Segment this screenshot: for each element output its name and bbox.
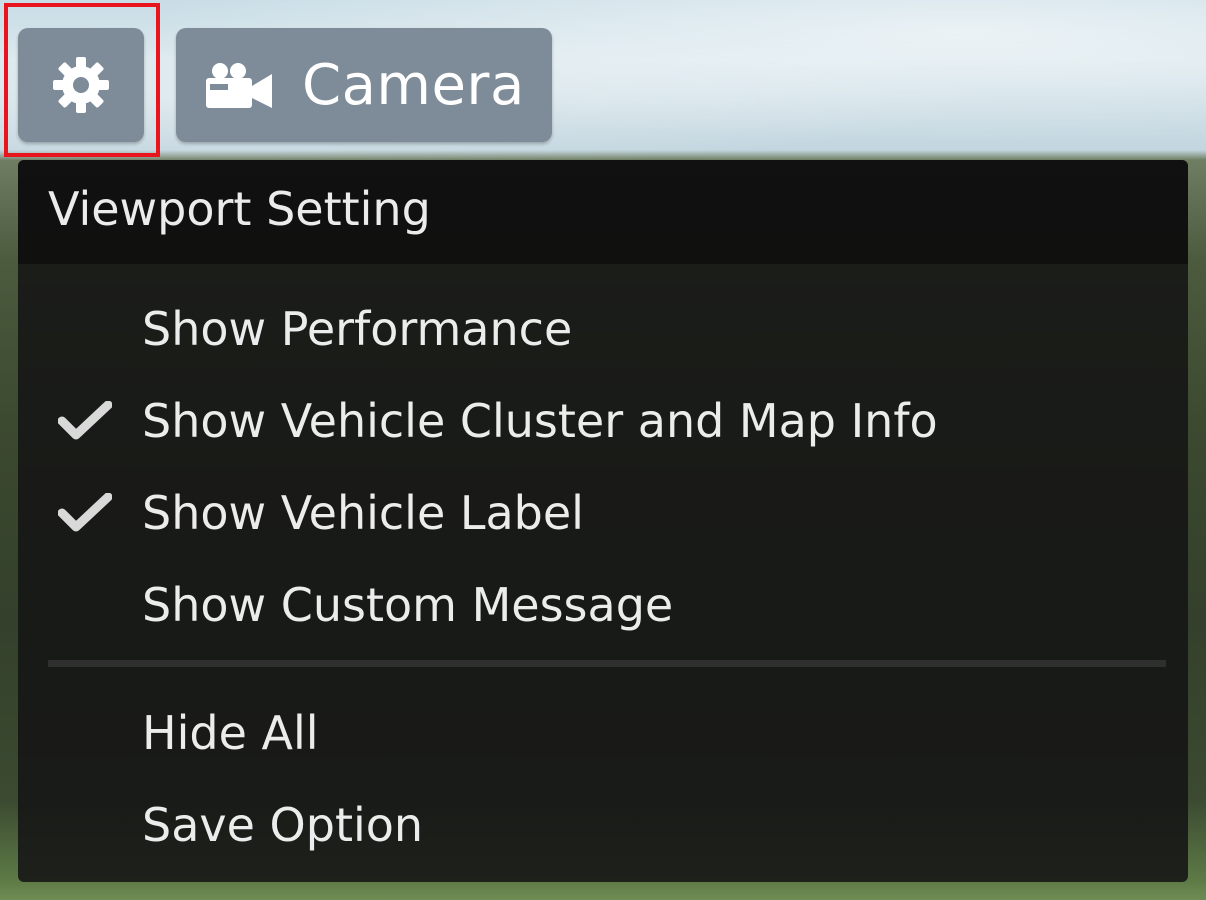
menu-title: Viewport Setting <box>48 182 431 236</box>
menu-item-label: Show Vehicle Label <box>142 486 584 540</box>
menu-item-show-vehicle-label[interactable]: Show Vehicle Label <box>18 472 1188 554</box>
menu-item-show-custom-message[interactable]: Show Custom Message <box>18 564 1188 646</box>
menu-item-label: Show Vehicle Cluster and Map Info <box>142 394 938 448</box>
menu-divider <box>48 660 1166 667</box>
checkmark-icon <box>58 401 112 440</box>
menu-item-label: Show Performance <box>142 302 573 356</box>
video-camera-icon <box>206 63 272 108</box>
checkmark-icon <box>58 493 112 532</box>
camera-button[interactable]: Camera <box>176 28 552 142</box>
menu-item-show-performance[interactable]: Show Performance <box>18 288 1188 370</box>
menu-item-hide-all[interactable]: Hide All <box>18 692 1188 774</box>
menu-item-label: Show Custom Message <box>142 578 674 632</box>
viewport-background: Camera Viewport Setting Show Performance… <box>0 0 1206 900</box>
camera-label: Camera <box>302 52 525 118</box>
gear-icon <box>53 57 109 113</box>
settings-button[interactable] <box>18 28 144 142</box>
menu-header: Viewport Setting <box>18 160 1188 264</box>
menu-item-save-option[interactable]: Save Option <box>18 784 1188 866</box>
menu-item-label: Hide All <box>142 706 319 760</box>
menu-item-show-vehicle-cluster-map-info[interactable]: Show Vehicle Cluster and Map Info <box>18 380 1188 462</box>
menu-item-label: Save Option <box>142 798 424 852</box>
viewport-setting-menu: Viewport Setting Show Performance Show V… <box>18 160 1188 882</box>
